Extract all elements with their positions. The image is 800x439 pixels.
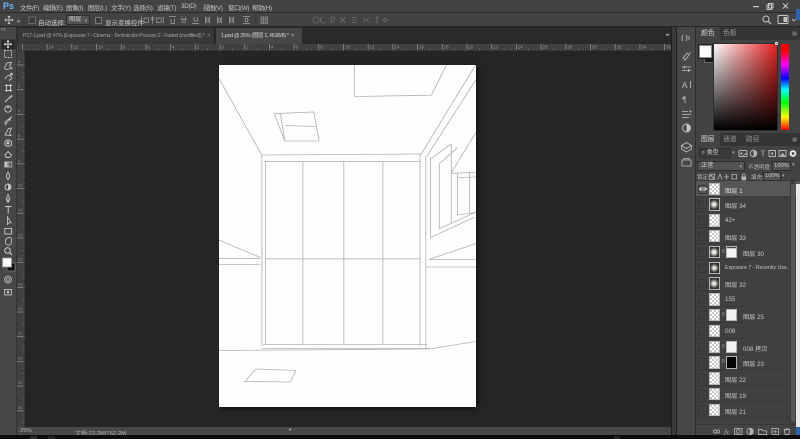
svg-text:2: 2 [246,45,249,50]
svg-text:16: 16 [419,45,424,50]
svg-text:12: 12 [370,45,375,50]
svg-text:24: 24 [18,355,23,360]
svg-text:12: 12 [18,207,23,212]
svg-text:6: 6 [18,133,21,138]
svg-text:28: 28 [567,45,572,50]
svg-text:30: 30 [592,45,597,50]
svg-text:6: 6 [296,45,299,50]
svg-text:¶: ¶ [683,95,687,104]
svg-text:8: 8 [123,45,126,50]
svg-text:8: 8 [320,45,323,50]
svg-text:T: T [761,149,766,158]
svg-text:22: 22 [493,45,498,50]
svg-text:0: 0 [221,45,224,50]
svg-text:10: 10 [18,183,23,188]
svg-text:26: 26 [18,380,23,385]
svg-text:26: 26 [543,45,548,50]
svg-text:24: 24 [518,45,523,50]
svg-text:32: 32 [617,45,622,50]
svg-text:14: 14 [394,45,399,50]
svg-text:14: 14 [49,45,54,50]
svg-text:28: 28 [18,405,23,410]
svg-text:10: 10 [345,45,350,50]
svg-text:14: 14 [18,232,23,237]
svg-text:20: 20 [468,45,473,50]
svg-text:2: 2 [197,45,200,50]
svg-text:10: 10 [98,45,103,50]
svg-text:12: 12 [73,45,78,50]
svg-text:18: 18 [444,45,449,50]
svg-text:8: 8 [18,158,21,163]
svg-text:4: 4 [18,108,21,113]
svg-text:18: 18 [18,281,23,286]
svg-text:A: A [682,81,688,90]
svg-text:4: 4 [271,45,274,50]
svg-text:16: 16 [18,257,23,262]
svg-text:6: 6 [147,45,150,50]
svg-text:34: 34 [641,45,646,50]
svg-text:2: 2 [18,84,21,89]
svg-text:22: 22 [18,331,23,336]
svg-text:20: 20 [18,306,23,311]
svg-text:0: 0 [18,59,21,64]
svg-text:4: 4 [172,45,175,50]
